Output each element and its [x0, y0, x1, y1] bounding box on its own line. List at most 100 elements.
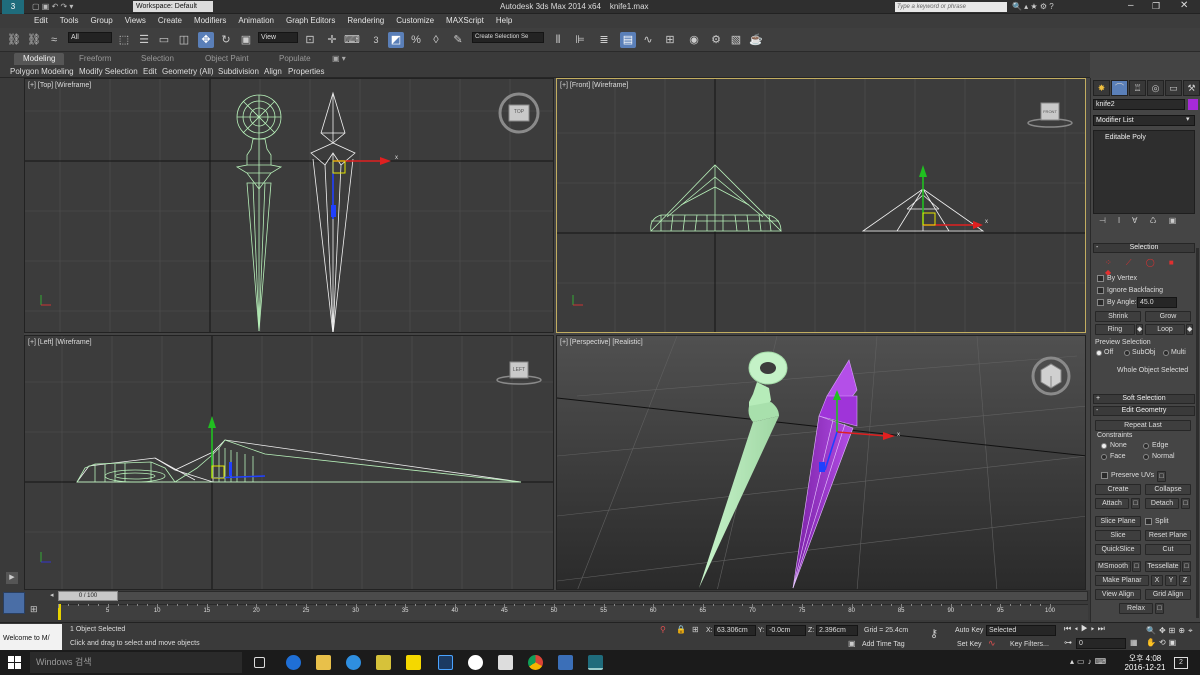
workspace-dropdown[interactable]: Workspace: Default	[133, 1, 213, 12]
menu-rendering[interactable]: Rendering	[341, 14, 390, 28]
object-color-swatch[interactable]	[1188, 99, 1198, 110]
loop-button[interactable]: Loop	[1145, 324, 1185, 335]
z-coord-field[interactable]: 2.396cm	[816, 625, 858, 636]
pivot-center-icon[interactable]: ⊡	[302, 32, 318, 48]
preview-multi-radio[interactable]	[1163, 350, 1169, 356]
motion-tab-icon[interactable]: ◎	[1147, 80, 1164, 96]
material-editor-icon[interactable]: ◉	[686, 32, 702, 48]
viewport-front[interactable]: x [+] [Front] [Wireframe] FRONT	[556, 78, 1086, 333]
split-checkbox[interactable]	[1145, 518, 1152, 525]
bind-spacewarp-icon[interactable]: ≈	[46, 32, 62, 48]
unlink-icon[interactable]: ⛓	[26, 32, 42, 48]
viewcube-left-face[interactable]: LEFT	[510, 367, 528, 373]
ignore-backfacing-checkbox[interactable]	[1097, 287, 1104, 294]
attach-button[interactable]: Attach	[1095, 498, 1129, 509]
y-coord-field[interactable]: -0.0cm	[766, 625, 806, 636]
tab-populate[interactable]: Populate	[270, 53, 320, 65]
align-icon[interactable]: ⊫	[572, 32, 588, 48]
mini-curve-editor-icon[interactable]: ⊞	[30, 604, 38, 615]
angle-snap-icon[interactable]: ◩	[388, 32, 404, 48]
stack-item-editable-poly[interactable]: Editable Poly	[1095, 133, 1193, 143]
angle-spinner[interactable]: 45.0	[1137, 297, 1177, 308]
percent-snap-icon[interactable]: %	[408, 32, 424, 48]
viewport-top[interactable]: x [+] [Top] [Wireframe] TOP	[24, 78, 554, 333]
chevron-down-icon[interactable]: ▾	[1186, 115, 1190, 123]
link-icon[interactable]: ⛓	[6, 32, 22, 48]
time-slider[interactable]	[58, 591, 1088, 601]
by-vertex-checkbox[interactable]	[1097, 275, 1104, 282]
viewport-layout-icon[interactable]	[3, 592, 25, 614]
key-selection-dropdown[interactable]: Selected	[986, 625, 1056, 636]
stack-toolbar-icons[interactable]: ⊣ǀ∀♺▣	[1099, 216, 1188, 225]
photoshop-icon[interactable]	[438, 655, 453, 670]
viewport-front-label[interactable]: [+] [Front] [Wireframe]	[560, 82, 628, 89]
menu-graph-editors[interactable]: Graph Editors	[280, 14, 341, 28]
make-planar-button[interactable]: Make Planar	[1095, 575, 1149, 586]
time-config-icon[interactable]: ▦	[1130, 638, 1138, 647]
relax-button[interactable]: Relax	[1119, 603, 1153, 614]
close-icon[interactable]: ✕	[1180, 0, 1188, 11]
viewport-perspective-label[interactable]: [+] [Perspective] [Realistic]	[560, 339, 643, 346]
slice-plane-button[interactable]: Slice Plane	[1095, 516, 1141, 527]
create-button[interactable]: Create	[1095, 484, 1141, 495]
time-slider-thumb[interactable]: 0 / 100	[58, 591, 118, 601]
app-icon[interactable]	[558, 655, 573, 670]
unity-icon[interactable]	[498, 655, 513, 670]
kakaotalk-icon[interactable]	[406, 655, 421, 670]
viewcube-top-face[interactable]: TOP	[509, 109, 529, 115]
ribbon-edit[interactable]: Edit	[143, 66, 157, 78]
mirror-icon[interactable]: ⫴	[550, 32, 566, 48]
select-and-move-icon[interactable]: ✥	[198, 32, 214, 48]
menu-customize[interactable]: Customize	[390, 14, 440, 28]
file-explorer-icon[interactable]	[316, 655, 331, 670]
edge-icon[interactable]	[286, 655, 301, 670]
ring-spinner[interactable]: ◆	[1136, 324, 1143, 335]
repeat-last-button[interactable]: Repeat Last	[1095, 420, 1191, 431]
set-key-button[interactable]: Set Key	[957, 640, 982, 649]
add-time-tag-label[interactable]: Add Time Tag	[862, 640, 905, 649]
minimize-icon[interactable]: –	[1128, 0, 1134, 11]
viewcube-front-face[interactable]: FRONT	[1041, 109, 1059, 114]
edit-named-selections-icon[interactable]: ✎	[450, 32, 466, 48]
ie-icon[interactable]	[346, 655, 361, 670]
select-and-scale-icon[interactable]: ▣	[238, 32, 254, 48]
ribbon-polygon-modeling[interactable]: Polygon Modeling	[10, 66, 74, 78]
menu-maxscript[interactable]: MAXScript	[440, 14, 490, 28]
snap-toggle-icon[interactable]: 3	[368, 32, 384, 48]
named-selection-dropdown[interactable]: Create Selection Se	[472, 32, 544, 43]
viewport-perspective[interactable]: x [+] [Perspective] [Realistic]	[556, 335, 1086, 590]
utilities-tab-icon[interactable]: ⚒	[1183, 80, 1200, 96]
quick-access-icons[interactable]: ▢ ▣ ↶ ↷ ▾	[32, 2, 73, 11]
tab-selection[interactable]: Selection	[132, 53, 183, 65]
by-angle-checkbox[interactable]	[1097, 299, 1104, 306]
constraint-edge-radio[interactable]	[1143, 443, 1149, 449]
layer-manager-icon[interactable]: ≣	[596, 32, 612, 48]
rectangular-selection-icon[interactable]: ▭	[156, 32, 172, 48]
ribbon-options-icon[interactable]: ▣ ▾	[332, 54, 346, 63]
playback-controls[interactable]: ⏮◂▶▸⏭	[1064, 624, 1108, 634]
cut-button[interactable]: Cut	[1145, 544, 1191, 555]
rendered-frame-icon[interactable]: ▧	[728, 32, 744, 48]
attach-settings[interactable]: □	[1131, 498, 1140, 509]
app-logo[interactable]: 3	[2, 0, 24, 14]
tray-icons[interactable]: ▴▭♪⌨	[1070, 657, 1109, 666]
create-tab-icon[interactable]: ✸	[1093, 80, 1110, 96]
z-button[interactable]: Z	[1179, 575, 1191, 586]
selection-lock-icon[interactable]: 🔒	[676, 625, 686, 634]
viewport-left[interactable]: [+] [Left] [Wireframe] LEFT	[24, 335, 554, 590]
start-icon[interactable]	[8, 656, 21, 669]
window-crossing-icon[interactable]: ◫	[176, 32, 192, 48]
rollout-edit-geometry[interactable]: - Edit Geometry	[1093, 406, 1195, 416]
select-manipulate-icon[interactable]: ✛	[324, 32, 340, 48]
expand-ribbon-icon[interactable]: ▶	[6, 572, 18, 584]
rollout-selection[interactable]: - Selection	[1093, 243, 1195, 253]
render-icon[interactable]: ☕	[748, 32, 764, 48]
set-key-curve-icon[interactable]: ∿	[988, 638, 996, 649]
menu-edit[interactable]: Edit	[28, 14, 54, 28]
menu-animation[interactable]: Animation	[232, 14, 280, 28]
reference-coordinate-dropdown[interactable]: View	[258, 32, 298, 43]
view-align-button[interactable]: View Align	[1095, 589, 1141, 600]
constraint-none-radio[interactable]	[1101, 443, 1107, 449]
ribbon-subdivision[interactable]: Subdivision	[218, 66, 259, 78]
detach-button[interactable]: Detach	[1145, 498, 1179, 509]
